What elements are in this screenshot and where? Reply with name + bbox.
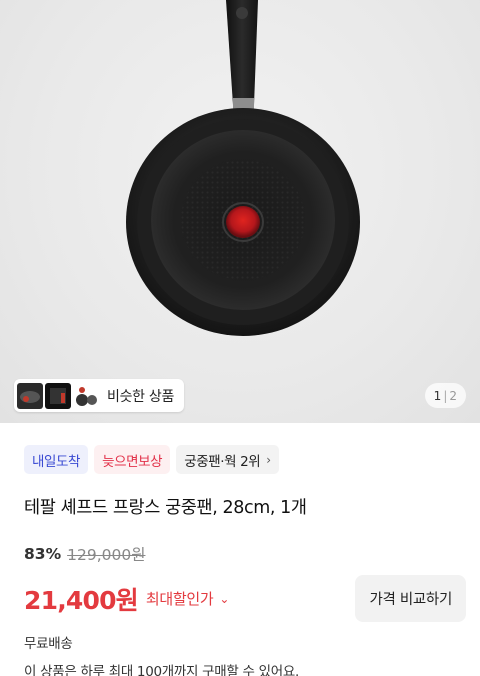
max-discount-label: 최대할인가 — [145, 590, 214, 608]
product-photo-frying-pan — [126, 0, 360, 336]
discount-rate: 83% — [24, 545, 62, 563]
similar-products-button[interactable]: 비슷한 상품 — [14, 379, 185, 412]
badge-tomorrow-delivery: 내일도착 — [24, 445, 89, 474]
price-row: 21,400원 최대할인가 ⌄ 가격 비교하기 — [24, 575, 466, 622]
pan-set-thumbnail-icon — [45, 382, 71, 409]
product-image-gallery[interactable]: 비슷한 상품 1 | 2 — [0, 0, 480, 423]
pager-total: 2 — [449, 388, 457, 403]
max-discount-dropdown[interactable]: 최대할인가 ⌄ — [145, 588, 230, 609]
compare-price-button[interactable]: 가격 비교하기 — [355, 575, 466, 622]
badge-late-compensation: 늦으면보상 — [94, 445, 171, 474]
sale-price: 21,400원 — [24, 585, 139, 615]
purchase-limit-notice: 이 상품은 하루 최대 100개까지 구매할 수 있어요. — [24, 664, 299, 676]
discount-row: 83% 129,000원 — [24, 543, 460, 565]
pager-separator: | — [443, 388, 448, 403]
pan-thumbnail-icon — [17, 382, 43, 409]
similar-products-label: 비슷한 상품 — [107, 388, 175, 405]
original-price: 129,000원 — [67, 546, 146, 564]
category-rank-link[interactable]: 궁중팬·웍 2위 › — [176, 445, 279, 474]
product-info: 내일도착 늦으면보상 궁중팬·웍 2위 › 테팔 셰프드 프랑스 궁중팬, 28… — [0, 423, 480, 676]
shipping-info: 무료배송 — [24, 636, 73, 652]
product-title: 테팔 셰프드 프랑스 궁중팬, 28cm, 1개 — [24, 498, 307, 518]
image-pager: 1 | 2 — [424, 383, 466, 408]
category-rank-label: 궁중팬·웍 2위 — [184, 453, 261, 470]
badge-row: 내일도착 늦으면보상 궁중팬·웍 2위 › — [24, 445, 460, 474]
pan-pair-thumbnail-icon — [73, 382, 99, 409]
pager-current: 1 — [433, 388, 442, 403]
chevron-down-icon: ⌄ — [219, 591, 230, 606]
chevron-right-icon: › — [266, 452, 271, 467]
